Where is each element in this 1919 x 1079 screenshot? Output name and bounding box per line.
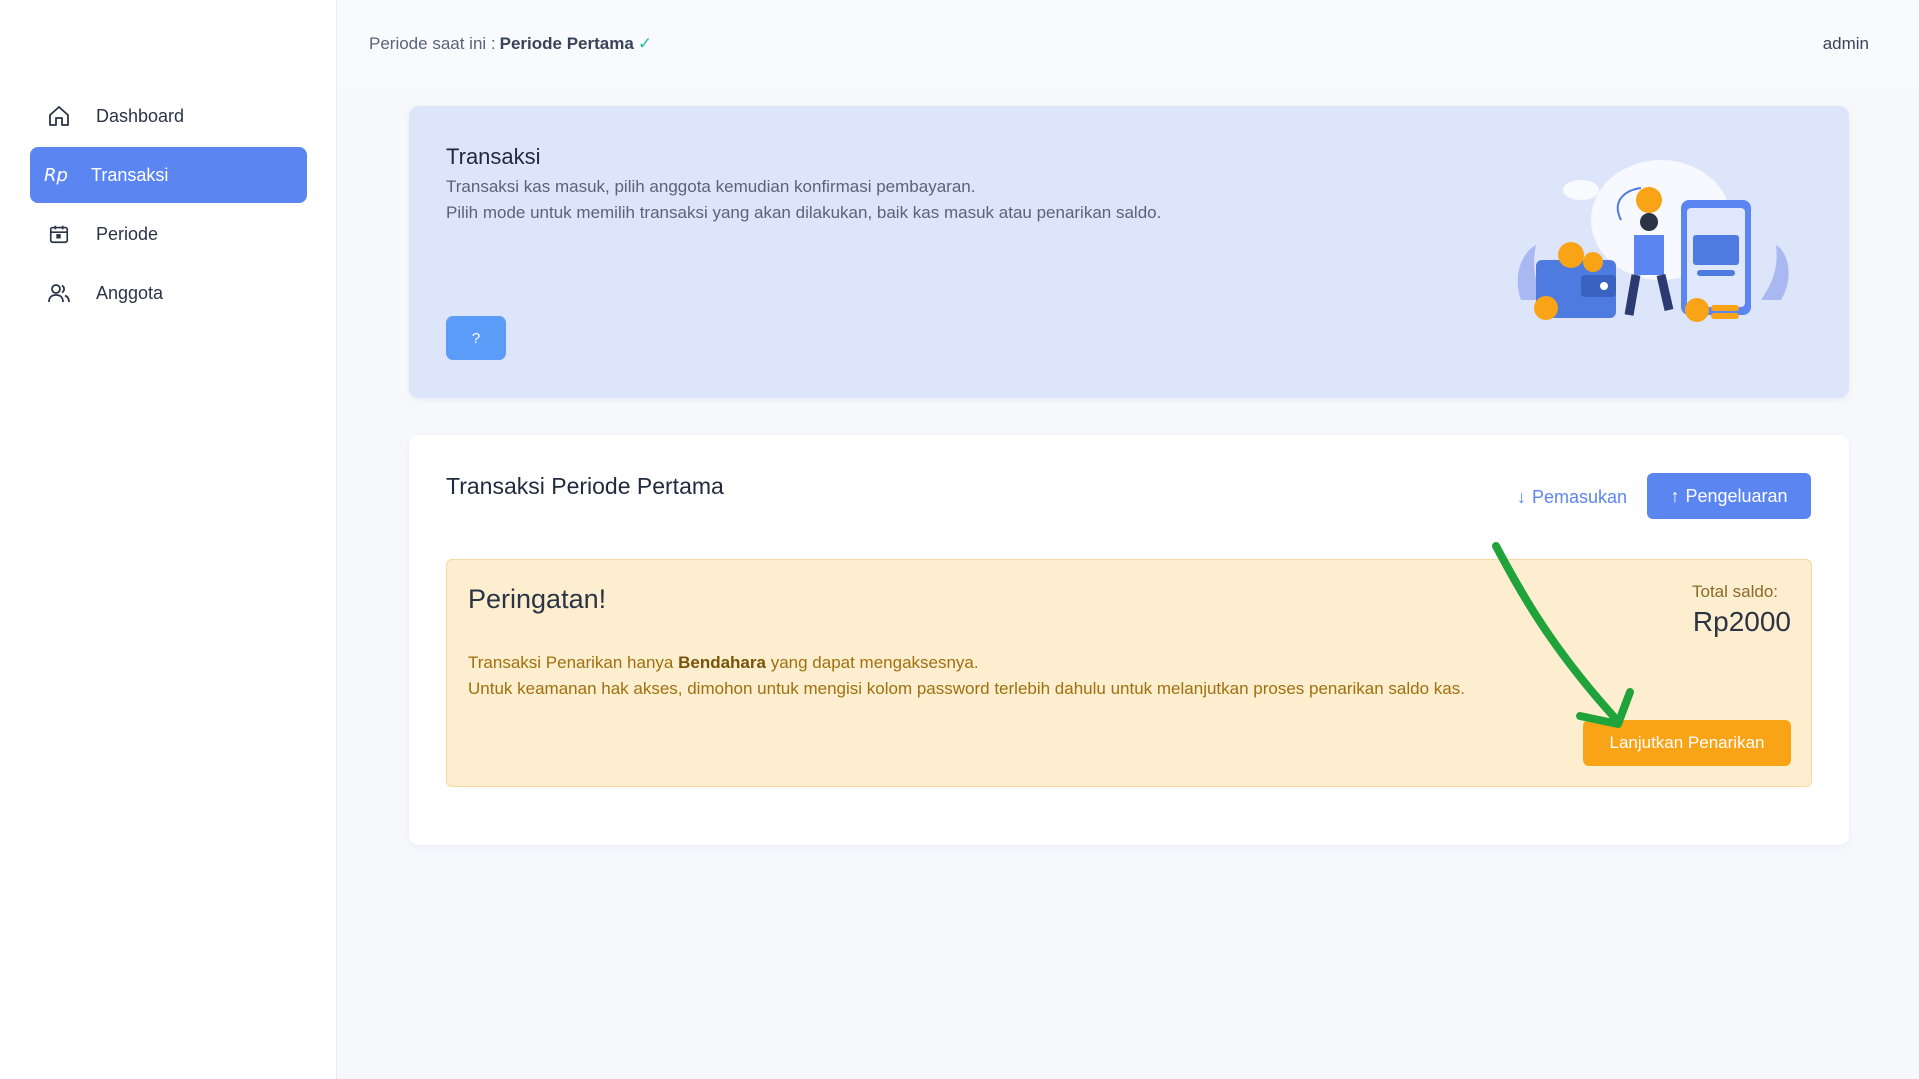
sidebar-item-label: Anggota [96, 282, 164, 303]
arrow-up-icon: ↑ [1670, 485, 1680, 506]
arrow-down-icon: ↓ [1516, 486, 1526, 507]
tab-pemasukan-label: Pemasukan [1531, 486, 1627, 507]
sidebar: Dashboard Rp Transaksi Periode Anggota [0, 0, 337, 1079]
sidebar-item-label: Dashboard [96, 105, 185, 126]
current-period: Periode saat ini : Periode Pertama ✓ [369, 34, 652, 54]
info-banner: Transaksi Transaksi kas masuk, pilih ang… [409, 106, 1849, 398]
warning-alert: Peringatan! Transaksi Penarikan hanya Be… [446, 559, 1812, 787]
transaction-card: Transaksi Periode Pertama ↓ Pemasukan ↑ … [409, 435, 1849, 845]
total-saldo-value: Rp2000 [1692, 606, 1791, 637]
rupiah-icon: Rp [44, 164, 68, 186]
help-button[interactable]: ? [446, 316, 506, 360]
sidebar-item-transaksi[interactable]: Rp Transaksi [30, 147, 307, 203]
warning-line-1-pre: Transaksi Penarikan hanya [468, 653, 679, 672]
tab-pengeluaran-label: Pengeluaran [1685, 485, 1788, 506]
role-bendahara: Bendahara [678, 653, 766, 672]
warning-heading: Peringatan! [468, 584, 607, 614]
check-icon: ✓ [637, 34, 653, 53]
sidebar-item-periode[interactable]: Periode [30, 206, 307, 262]
proceed-withdrawal-button[interactable]: Lanjutkan Penarikan [1583, 720, 1791, 766]
sidebar-item-anggota[interactable]: Anggota [30, 265, 307, 321]
tab-pengeluaran[interactable]: ↑ Pengeluaran [1647, 473, 1811, 519]
topbar: Periode saat ini : Periode Pertama ✓ adm… [337, 0, 1919, 88]
calendar-icon [44, 219, 74, 249]
card-title: Transaksi Periode Pertama [446, 473, 724, 499]
user-menu[interactable]: admin [1823, 34, 1869, 54]
sidebar-item-label: Periode [96, 223, 159, 244]
sidebar-nav: Dashboard Rp Transaksi Periode Anggota [30, 88, 307, 324]
period-prefix: Periode saat ini : [369, 34, 496, 53]
warning-line-1: Transaksi Penarikan hanya Bendahara yang… [468, 650, 1465, 676]
payment-illustration [1517, 160, 1789, 322]
period-name: Periode Pertama [499, 34, 634, 53]
warning-line-1-post: yang dapat mengaksesnya. [765, 653, 979, 672]
warning-line-2: Untuk keamanan hak akses, dimohon untuk … [468, 679, 1465, 698]
tab-pemasukan[interactable]: ↓ Pemasukan [1517, 474, 1627, 520]
users-icon [44, 278, 74, 308]
home-icon [44, 101, 74, 131]
sidebar-item-dashboard[interactable]: Dashboard [30, 88, 307, 144]
warning-message: Transaksi Penarikan hanya Bendahara yang… [468, 650, 1465, 702]
sidebar-item-label: Transaksi [91, 164, 169, 185]
total-saldo-label: Total saldo: [1692, 582, 1778, 601]
